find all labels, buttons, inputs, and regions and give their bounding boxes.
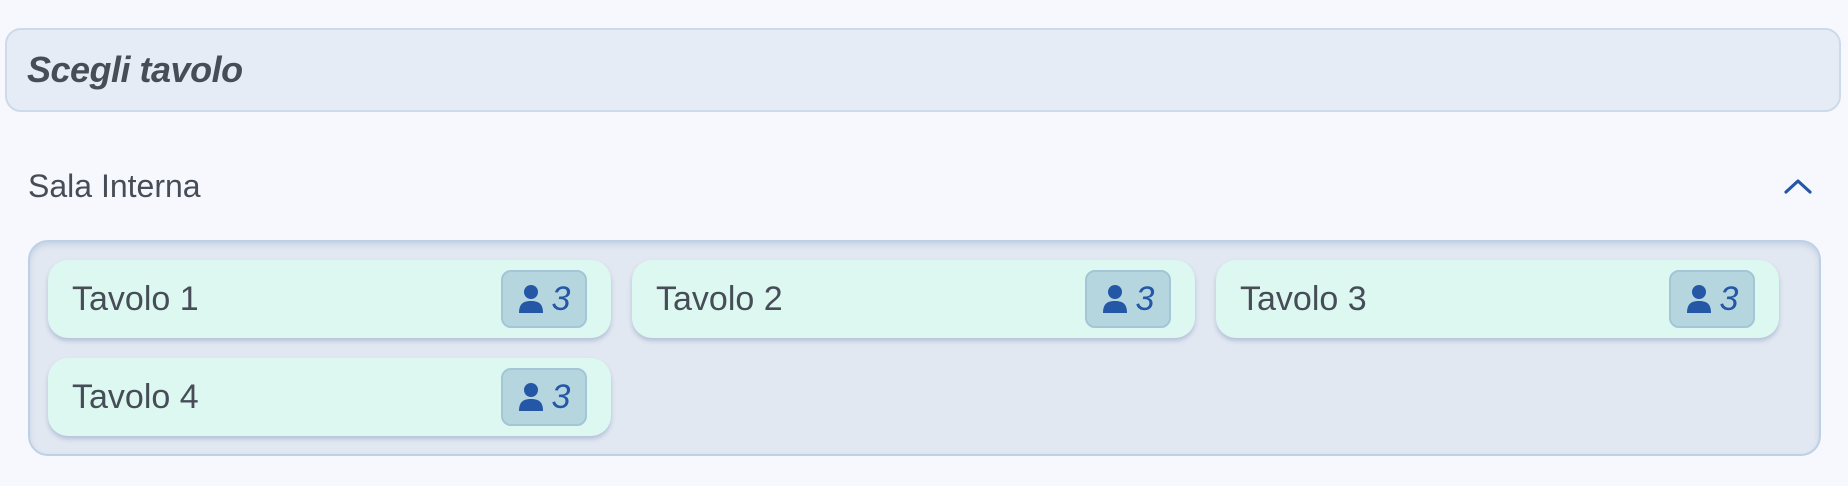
seat-count: 3	[1135, 279, 1155, 318]
seats-badge: 3	[501, 368, 587, 426]
table-card-3[interactable]: Tavolo 3 3	[1216, 260, 1779, 338]
person-icon	[518, 383, 543, 411]
table-card-4[interactable]: Tavolo 4 3	[48, 358, 611, 436]
seat-count: 3	[551, 279, 571, 318]
seats-badge: 3	[501, 270, 587, 328]
table-card-2[interactable]: Tavolo 2 3	[632, 260, 1195, 338]
table-card-1[interactable]: Tavolo 1 3	[48, 260, 611, 338]
table-name: Tavolo 2	[656, 280, 783, 318]
seats-badge: 3	[1085, 270, 1171, 328]
tables-panel: Tavolo 1 3 Tavolo 2 3 Tavolo 3 3 Tavolo …	[28, 240, 1821, 456]
table-name: Tavolo 4	[72, 378, 199, 416]
section-header-sala-interna[interactable]: Sala Interna	[28, 160, 1818, 212]
chevron-up-icon	[1784, 179, 1812, 194]
table-name: Tavolo 3	[1240, 280, 1367, 318]
person-icon	[1686, 285, 1711, 313]
seat-count: 3	[551, 377, 571, 416]
section-title: Sala Interna	[28, 167, 201, 204]
person-icon	[518, 285, 543, 313]
seats-badge: 3	[1669, 270, 1755, 328]
collapse-button[interactable]	[1778, 166, 1818, 206]
table-name: Tavolo 1	[72, 280, 199, 318]
person-icon	[1102, 285, 1127, 313]
seat-count: 3	[1719, 279, 1739, 318]
choose-table-header: Scegli tavolo	[5, 28, 1841, 112]
page-title: Scegli tavolo	[27, 49, 243, 90]
